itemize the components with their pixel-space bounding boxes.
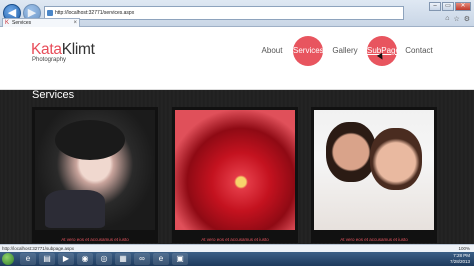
star-icon[interactable]: ☆ — [453, 15, 459, 23]
nav-services[interactable]: Services — [293, 36, 324, 66]
browser-chrome: ◀ ▶ http://localhost:32771/services.aspx… — [0, 0, 474, 27]
services-section: Services At vero eos et accusamus et ius… — [0, 89, 474, 244]
card-caption: At vero eos et accusamus et iusto — [201, 237, 269, 242]
screen: ◀ ▶ http://localhost:32771/services.aspx… — [0, 0, 474, 266]
chrome-icon[interactable]: ◎ — [96, 253, 112, 265]
maximize-button[interactable]: ▭ — [442, 2, 454, 11]
explorer-icon[interactable]: ▦ — [115, 253, 131, 265]
nav-contact[interactable]: Contact — [405, 36, 433, 66]
status-bar: http://localhost:32771/subpage.aspx 100% — [0, 244, 474, 252]
vs-icon[interactable]: ∞ — [134, 253, 150, 265]
clock-date: 7/28/2013 — [449, 259, 470, 264]
site-header: KataKlimt Photography About Services Gal… — [0, 27, 474, 90]
section-title: Services — [32, 89, 75, 101]
tab-label: Services — [12, 20, 32, 26]
browser-tools: ⌂ ☆ ⚙ — [445, 15, 470, 23]
taskbar-apps: e ▤ ▶ ◉ ◎ ▦ ∞ e ▣ — [20, 253, 188, 265]
service-card[interactable] — [172, 107, 298, 243]
address-bar[interactable]: http://localhost:32771/services.aspx — [44, 6, 404, 20]
tab-close-icon[interactable]: × — [73, 19, 77, 27]
red-flower-image[interactable] — [175, 110, 295, 230]
nav-gallery[interactable]: Gallery — [331, 36, 359, 66]
zoom-level[interactable]: 100% — [458, 245, 470, 252]
firefox-icon[interactable]: ◉ — [77, 253, 93, 265]
nav-subpage[interactable]: SubPage — [367, 36, 400, 66]
gear-icon[interactable]: ⚙ — [464, 15, 470, 23]
taskbar: e ▤ ▶ ◉ ◎ ▦ ∞ e ▣ 7:28 PM 7/28/2013 — [0, 252, 474, 266]
folder-icon[interactable]: ▤ — [39, 253, 55, 265]
site-favicon-icon: K — [5, 20, 10, 26]
window-controls: – ▭ ✕ — [429, 2, 471, 11]
address-text: http://localhost:32771/services.aspx — [55, 10, 135, 16]
browser-tab[interactable]: K Services × — [2, 18, 80, 27]
card-caption: At vero eos et accusamus et iusto — [61, 237, 129, 242]
media-icon[interactable]: ▶ — [58, 253, 74, 265]
home-icon[interactable]: ⌂ — [445, 15, 449, 23]
ie-icon[interactable]: e — [153, 253, 169, 265]
ie-icon[interactable]: e — [20, 253, 36, 265]
status-url: http://localhost:32771/subpage.aspx — [2, 246, 75, 251]
main-nav: About Services Gallery SubPage Contact — [0, 36, 474, 68]
service-card[interactable] — [311, 107, 437, 243]
card-caption: At vero eos et accusamus et iusto — [340, 237, 408, 242]
woman-with-hat-image[interactable] — [35, 110, 155, 230]
minimize-button[interactable]: – — [429, 2, 441, 11]
service-card[interactable] — [32, 107, 158, 243]
photos-icon[interactable]: ▣ — [172, 253, 188, 265]
close-button[interactable]: ✕ — [455, 2, 471, 11]
couple-image[interactable] — [314, 110, 434, 230]
page-icon — [47, 10, 53, 16]
nav-about[interactable]: About — [260, 36, 284, 66]
system-clock[interactable]: 7:28 PM 7/28/2013 — [450, 253, 470, 265]
start-button[interactable] — [2, 253, 14, 265]
